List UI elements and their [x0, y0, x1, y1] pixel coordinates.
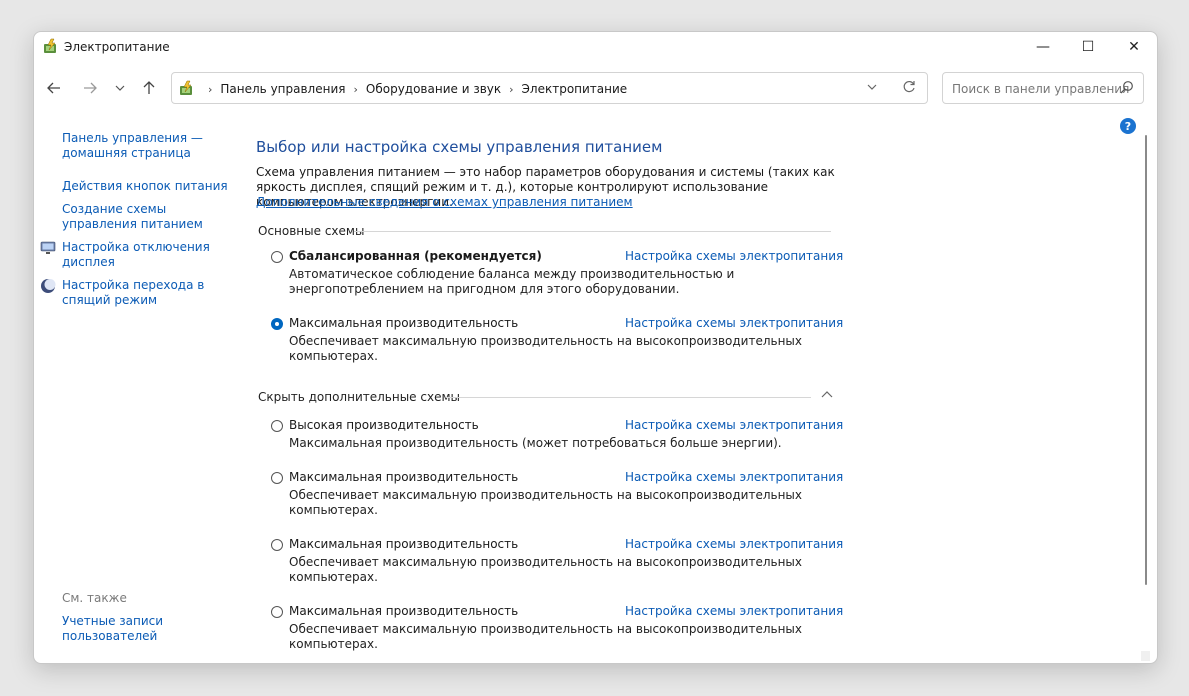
plan-description: Обеспечивает максимальную производительн…: [289, 622, 803, 651]
plan-settings-link[interactable]: Настройка схемы электропитания: [625, 537, 843, 551]
close-icon: ✕: [1128, 39, 1140, 55]
sidebar-home-link[interactable]: Панель управления — домашняя страница: [62, 131, 232, 161]
sidebar-item-display-off[interactable]: Настройка отключения дисплея: [62, 240, 232, 270]
breadcrumb-item[interactable]: Электропитание: [522, 82, 628, 96]
moon-icon: [41, 279, 56, 293]
breadcrumb-item[interactable]: Панель управления: [220, 82, 345, 96]
arrow-left-icon: [47, 82, 60, 94]
page-title: Выбор или настройка схемы управления пит…: [256, 138, 663, 156]
up-button[interactable]: [137, 78, 161, 98]
plan-radio[interactable]: [271, 472, 283, 484]
search-icon[interactable]: [1120, 80, 1134, 94]
address-bar[interactable]: › Панель управления › Оборудование и звук › Э…: [171, 72, 928, 104]
plan-settings-link[interactable]: Настройка схемы электропитания: [625, 470, 843, 484]
control-panel-window: Электропитание — ☐ ✕ › Панель управления…: [33, 31, 1158, 664]
title-bar: Электропитание — ☐ ✕: [34, 32, 1157, 62]
chevron-down-icon: [115, 85, 125, 91]
plan-radio-selected[interactable]: [271, 318, 283, 330]
plan-settings-link[interactable]: Настройка схемы электропитания: [625, 604, 843, 618]
address-dropdown-icon[interactable]: [867, 81, 877, 93]
power-options-icon: [180, 80, 192, 95]
search-input[interactable]: Поиск в панели управления: [952, 82, 1129, 96]
minimize-button[interactable]: —: [1020, 32, 1066, 62]
plan-description: Обеспечивает максимальную производительн…: [289, 334, 803, 363]
breadcrumb-item[interactable]: Оборудование и звук: [366, 82, 501, 96]
plan-name[interactable]: Сбалансированная (рекомендуется): [289, 249, 542, 263]
plan-description: Обеспечивает максимальную производительн…: [289, 488, 803, 517]
search-box[interactable]: Поиск в панели управления: [942, 72, 1144, 104]
scrollbar-thumb[interactable]: [1145, 135, 1147, 585]
plan-name[interactable]: Максимальная производительность: [289, 537, 518, 551]
chevron-right-icon: ›: [353, 83, 358, 96]
primary-plans-header: Основные схемы: [258, 224, 365, 238]
scrollbar[interactable]: [1141, 127, 1150, 663]
divider: [354, 231, 831, 232]
power-options-icon: [44, 38, 56, 53]
display-icon: [40, 241, 56, 254]
maximize-button[interactable]: ☐: [1065, 32, 1111, 62]
forward-button[interactable]: [78, 78, 102, 98]
plan-description: Автоматическое соблюдение баланса между …: [289, 267, 735, 296]
minimize-icon: —: [1036, 39, 1050, 55]
chevron-up-icon[interactable]: [821, 390, 833, 398]
recent-locations-button[interactable]: [108, 78, 132, 98]
sidebar-item-sleep[interactable]: Настройка перехода в спящий режим: [62, 278, 232, 308]
plan-radio[interactable]: [271, 606, 283, 618]
arrow-up-icon: [143, 81, 155, 94]
arrow-right-icon: [84, 82, 97, 94]
chevron-right-icon: ›: [208, 83, 213, 96]
plan-settings-link[interactable]: Настройка схемы электропитания: [625, 316, 843, 330]
plan-description: Максимальная производительность (может п…: [289, 436, 782, 450]
plan-description: Обеспечивает максимальную производительн…: [289, 555, 803, 584]
scrollbar-corner: [1141, 651, 1150, 661]
plan-name[interactable]: Высокая производительность: [289, 418, 479, 432]
sidebar-item-user-accounts[interactable]: Учетные записи пользователей: [62, 614, 232, 644]
plan-settings-link[interactable]: Настройка схемы электропитания: [625, 418, 843, 432]
back-button[interactable]: [42, 78, 66, 98]
main-content: Выбор или настройка схемы управления пит…: [256, 127, 1136, 663]
sidebar: Панель управления — домашняя страница Де…: [34, 127, 234, 657]
plan-radio[interactable]: [271, 539, 283, 551]
sidebar-item-create-plan[interactable]: Создание схемы управления питанием: [62, 202, 232, 232]
more-info-link[interactable]: Дополнительные сведения о схемах управле…: [256, 195, 633, 209]
plan-name[interactable]: Максимальная производительность: [289, 470, 518, 484]
plan-radio[interactable]: [271, 420, 283, 432]
chevron-right-icon: ›: [509, 83, 514, 96]
maximize-icon: ☐: [1081, 39, 1095, 55]
sidebar-item-power-buttons[interactable]: Действия кнопок питания: [62, 179, 232, 194]
close-button[interactable]: ✕: [1111, 32, 1157, 62]
plan-radio[interactable]: [271, 251, 283, 263]
window-title: Электропитание: [64, 40, 170, 54]
breadcrumb: › Панель управления › Оборудование и звук › Э…: [200, 82, 627, 96]
plan-name[interactable]: Максимальная производительность: [289, 316, 518, 330]
divider: [446, 397, 811, 398]
plan-settings-link[interactable]: Настройка схемы электропитания: [625, 249, 843, 263]
see-also-heading: См. также: [62, 591, 127, 605]
help-icon[interactable]: ?: [1120, 118, 1136, 134]
hidden-plans-header[interactable]: Скрыть дополнительные схемы: [258, 390, 460, 404]
plan-name[interactable]: Максимальная производительность: [289, 604, 518, 618]
refresh-icon[interactable]: [902, 79, 916, 95]
